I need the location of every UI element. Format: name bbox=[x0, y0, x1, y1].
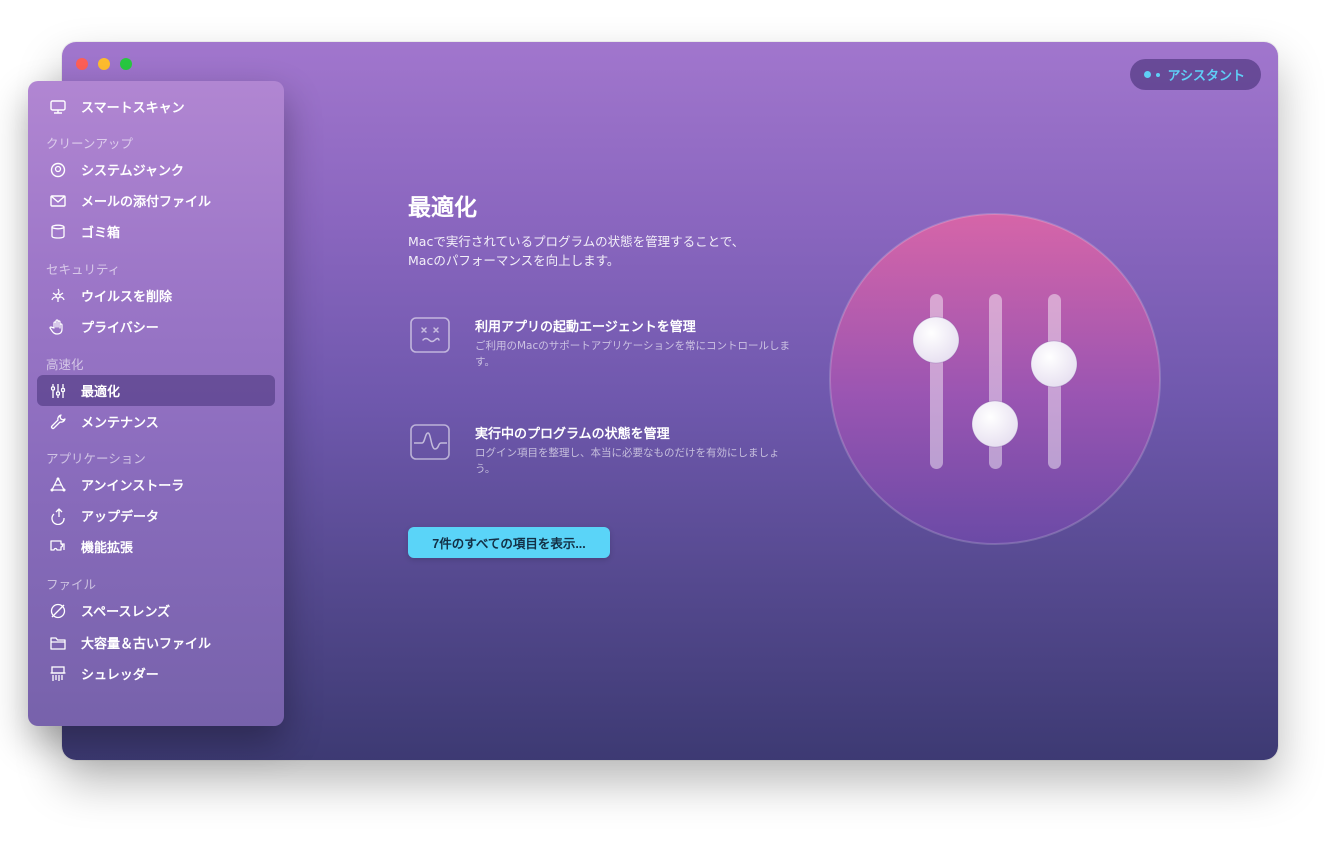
sidebar-item-label: プライバシー bbox=[81, 321, 159, 336]
zoom-window-button[interactable] bbox=[120, 58, 132, 70]
sidebar-item-space-lens[interactable]: スペースレンズ bbox=[37, 595, 275, 626]
monitor-icon bbox=[47, 98, 69, 116]
sidebar-item-privacy[interactable]: プライバシー bbox=[37, 311, 275, 342]
assistant-small-dot-icon bbox=[1155, 72, 1160, 77]
sidebar-item-label: ゴミ箱 bbox=[81, 226, 121, 241]
show-all-items-button[interactable]: 7件のすべての項目を表示... bbox=[408, 527, 610, 558]
sidebar-item-label: シュレッダー bbox=[81, 668, 159, 683]
sidebar-section-security: セキュリティ bbox=[46, 262, 121, 277]
assistant-label: アシスタント bbox=[1167, 69, 1245, 84]
extensions-icon bbox=[47, 538, 69, 556]
feature-description: ログイン項目を整理し、本当に必要なものだけを有効にしましょう。 bbox=[475, 447, 780, 475]
sidebar-item-label: システムジャンク bbox=[81, 164, 184, 179]
agent-face-icon bbox=[410, 317, 450, 353]
sidebar-item-label: メールの添付ファイル bbox=[81, 195, 212, 210]
sidebar-section-cleanup: クリーンアップ bbox=[46, 136, 133, 151]
sidebar-item-maintenance[interactable]: メンテナンス bbox=[37, 406, 275, 437]
sidebar-item-extensions[interactable]: 機能拡張 bbox=[37, 531, 275, 562]
system-junk-icon bbox=[47, 161, 69, 179]
biohazard-icon bbox=[47, 287, 69, 305]
sidebar-item-label: 機能拡張 bbox=[81, 541, 134, 556]
sidebar-item-label: 最適化 bbox=[81, 385, 121, 400]
activity-monitor-icon bbox=[410, 424, 450, 460]
feature-description: ご利用のMacのサポートアプリケーションを常にコントロールします。 bbox=[475, 340, 791, 368]
sidebar-item-updater[interactable]: アップデータ bbox=[37, 500, 275, 531]
sidebar-item-label: アップデータ bbox=[81, 510, 160, 525]
sidebar-item-trash[interactable]: ゴミ箱 bbox=[37, 216, 275, 247]
sidebar-item-uninstaller[interactable]: アンインストーラ bbox=[37, 469, 275, 500]
space-lens-icon bbox=[47, 602, 69, 620]
envelope-icon bbox=[47, 192, 69, 210]
updater-icon bbox=[47, 507, 69, 525]
assistant-dot-icon bbox=[1143, 71, 1151, 78]
sidebar-item-label: アンインストーラ bbox=[81, 479, 185, 494]
shredder-icon bbox=[47, 665, 69, 683]
sidebar-section-files: ファイル bbox=[46, 577, 97, 592]
sidebar-item-malware-removal[interactable]: ウイルスを削除 bbox=[37, 280, 275, 311]
sidebar-item-large-old-files[interactable]: 大容量＆古いファイル bbox=[37, 627, 275, 658]
sidebar-item-label: スペースレンズ bbox=[81, 605, 171, 620]
sidebar-item-mail-attachments[interactable]: メールの添付ファイル bbox=[37, 185, 275, 216]
sliders-icon bbox=[47, 382, 69, 400]
folder-icon bbox=[47, 634, 69, 652]
sidebar-section-speed: 高速化 bbox=[46, 357, 84, 372]
feature-title: 利用アプリの起動エージェントを管理 bbox=[475, 320, 696, 335]
sidebar-item-shredder[interactable]: シュレッダー bbox=[37, 658, 275, 689]
trash-icon bbox=[47, 223, 69, 241]
sidebar-item-optimization[interactable]: 最適化 bbox=[37, 375, 275, 406]
sidebar-item-system-junk[interactable]: システムジャンク bbox=[37, 154, 275, 185]
page-title: 最適化 bbox=[408, 195, 477, 221]
assistant-button[interactable]: アシスタント bbox=[1129, 59, 1261, 90]
sidebar-item-label: ウイルスを削除 bbox=[81, 290, 173, 305]
feature-title: 実行中のプログラムの状態を管理 bbox=[475, 427, 670, 442]
minimize-window-button[interactable] bbox=[98, 58, 110, 70]
page-description: Macで実行されているプログラムの状態を管理することで、Macのパフォーマンスを… bbox=[408, 234, 745, 268]
sidebar-item-label: 大容量＆古いファイル bbox=[81, 637, 212, 652]
sliders-hero-icon bbox=[829, 213, 1161, 545]
sidebar-item-smart-scan[interactable]: スマートスキャン bbox=[37, 91, 275, 122]
uninstaller-icon bbox=[47, 476, 69, 494]
sidebar-section-applications: アプリケーション bbox=[46, 451, 146, 466]
sidebar-item-label: スマートスキャン bbox=[81, 101, 185, 116]
sidebar: スマートスキャン クリーンアップ システムジャンク メールの添付ファイル ゴミ箱… bbox=[28, 81, 284, 726]
sidebar-item-label: メンテナンス bbox=[81, 416, 159, 431]
close-window-button[interactable] bbox=[76, 58, 88, 70]
wrench-icon bbox=[47, 413, 69, 431]
hand-icon bbox=[47, 318, 69, 336]
